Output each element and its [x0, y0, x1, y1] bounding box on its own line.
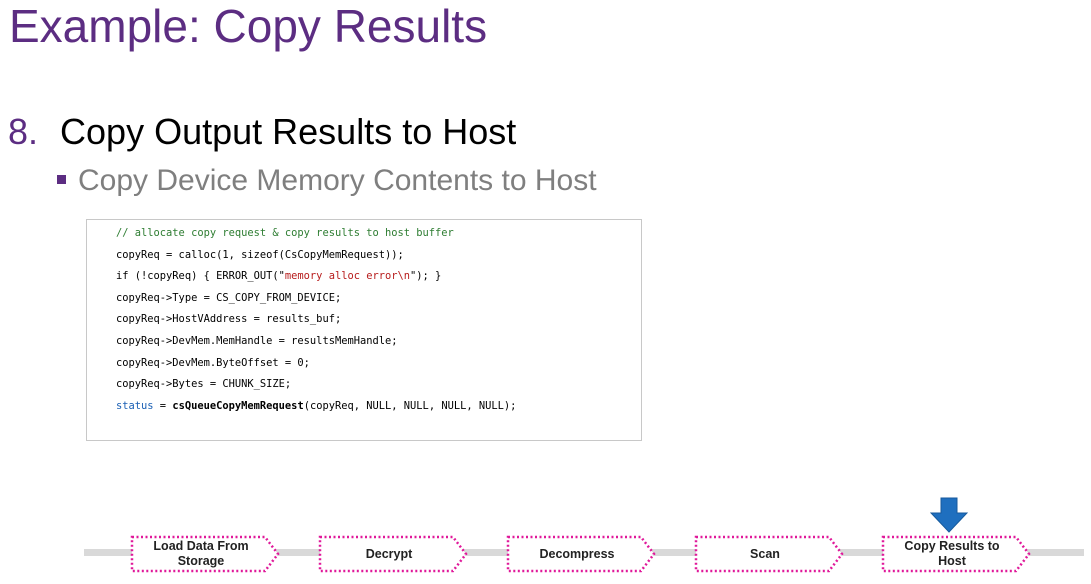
code-keyword: status [116, 399, 154, 412]
code-comment: // allocate copy request & copy results … [116, 227, 454, 239]
step-heading: 8. Copy Output Results to Host [8, 110, 516, 154]
stage-label: Scan [750, 546, 780, 561]
sub-bullet: Copy Device Memory Contents to Host [57, 163, 597, 199]
step-number: 8. [8, 111, 39, 152]
code-panel: // allocate copy request & copy results … [86, 219, 642, 441]
pipeline-stage-load-data: Load Data From Storage [130, 535, 280, 573]
code-text: (copyReq, NULL, NULL, NULL, NULL); [303, 399, 517, 412]
stage-label: Load Data From Storage [153, 539, 249, 568]
code-text: if (!copyReq) { ERROR_OUT(" [116, 270, 285, 283]
code-text: = [153, 399, 173, 412]
stage-label: Copy Results to Host [904, 539, 1000, 568]
pipeline-stage-decompress: Decompress [506, 535, 656, 573]
pipeline-stage-copy-results: Copy Results to Host [881, 535, 1031, 573]
pipeline-stage-decrypt: Decrypt [318, 535, 468, 573]
code-line: copyReq->DevMem.MemHandle = resultsMemHa… [116, 334, 398, 347]
arrow-down-icon [930, 497, 968, 533]
sub-bullet-text: Copy Device Memory Contents to Host [78, 164, 597, 197]
pipeline-stage-scan: Scan [694, 535, 844, 573]
code-string-literal: memory alloc error\n [284, 270, 411, 283]
code-line: copyReq->HostVAddress = results_buf; [116, 313, 342, 326]
code-line: copyReq->Type = CS_COPY_FROM_DEVICE; [116, 291, 342, 304]
step-title: Copy Output Results to Host [60, 111, 517, 152]
stage-label: Decompress [539, 546, 615, 561]
code-line: // allocate copy request & copy results … [116, 226, 641, 248]
square-bullet-icon [57, 174, 66, 184]
code-line: copyReq->Bytes = CHUNK_SIZE; [116, 378, 292, 391]
code-line: if (!copyReq) { ERROR_OUT("memory alloc … [116, 269, 641, 291]
code-line: status = csQueueCopyMemRequest(copyReq, … [116, 399, 641, 421]
stage-label: Decrypt [365, 546, 413, 561]
code-line: copyReq->DevMem.ByteOffset = 0; [116, 356, 310, 369]
code-line: copyReq = calloc(1, sizeof(CsCopyMemRequ… [116, 248, 404, 261]
code-text: "); } [410, 270, 442, 283]
code-function-name: csQueueCopyMemRequest [172, 399, 304, 412]
slide-title: Example: Copy Results [9, 0, 488, 52]
pipeline-flow: Load Data From Storage Decrypt Decompress… [0, 490, 1091, 584]
